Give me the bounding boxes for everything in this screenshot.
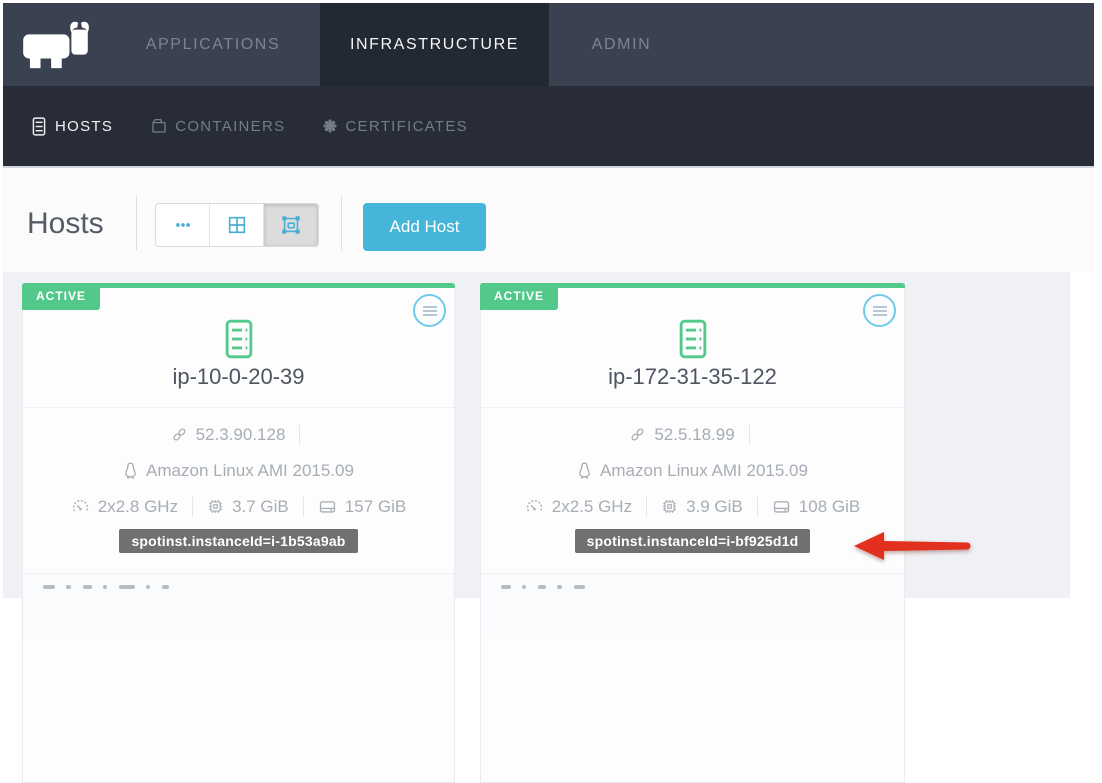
tab-admin[interactable]: ADMIN: [549, 3, 694, 86]
divider: [192, 497, 193, 517]
link-icon: [171, 426, 188, 443]
view-machine-button[interactable]: [264, 204, 318, 246]
host-memory: 3.7 GiB: [232, 497, 289, 517]
subnav-label: CONTAINERS: [175, 118, 285, 135]
disk-icon: [772, 498, 791, 515]
link-icon: [629, 426, 646, 443]
clipped-text-remnant: [538, 585, 546, 589]
subnav-item-hosts[interactable]: HOSTS: [30, 117, 113, 136]
view-list-button[interactable]: [156, 204, 210, 246]
add-host-button[interactable]: Add Host: [363, 203, 486, 251]
clipped-text-remnant: [162, 585, 169, 589]
host-cpu: 2x2.8 GHz: [98, 497, 178, 517]
host-cpu: 2x2.5 GHz: [552, 497, 632, 517]
host-card: ACTIVE ip-172-31-35-122 52.5.18.99: [480, 283, 905, 783]
cpu-gauge-icon: [71, 498, 90, 515]
clipped-text-remnant: [574, 585, 585, 589]
clipped-text-remnant: [66, 585, 71, 589]
host-os-row: Amazon Linux AMI 2015.09: [481, 457, 904, 484]
linux-icon: [577, 462, 592, 479]
dots-icon: [172, 214, 194, 236]
cow-icon: [18, 18, 92, 72]
subnav-label: HOSTS: [55, 118, 113, 135]
menu-lines-icon: [422, 305, 438, 317]
host-card: ACTIVE ip-10-0-20-39 52.3.90.128: [22, 283, 455, 783]
memory-chip-icon: [661, 498, 678, 515]
top-nav: APPLICATIONS INFRASTRUCTURE ADMIN: [3, 3, 1094, 86]
container-icon: [150, 117, 168, 135]
host-label-tag: spotinst.instanceId=i-bf925d1d: [575, 529, 811, 553]
host-ip: 52.3.90.128: [196, 425, 286, 445]
page-header: Hosts Add Host: [3, 168, 1094, 272]
disk-icon: [318, 498, 337, 515]
host-label-tag: spotinst.instanceId=i-1b53a9ab: [119, 529, 357, 553]
status-badge: ACTIVE: [22, 283, 100, 310]
clipped-text-remnant: [522, 585, 526, 589]
status-badge: ACTIVE: [480, 283, 558, 310]
host-icon: [674, 318, 712, 360]
tab-applications[interactable]: APPLICATIONS: [118, 3, 308, 86]
divider: [749, 425, 750, 445]
rancher-logo[interactable]: [15, 16, 95, 74]
host-os: Amazon Linux AMI 2015.09: [600, 461, 808, 481]
host-card-details: 52.5.18.99 Amazon Linux AMI 2015.09 2x2.…: [481, 407, 904, 573]
grid-icon: [226, 214, 248, 236]
host-icon: [220, 318, 258, 360]
host-ip: 52.5.18.99: [654, 425, 734, 445]
linux-icon: [123, 462, 138, 479]
host-storage: 108 GiB: [799, 497, 860, 517]
divider: [303, 497, 304, 517]
host-ip-row: 52.3.90.128: [23, 421, 454, 448]
view-grid-button[interactable]: [210, 204, 264, 246]
clipped-text-remnant: [119, 585, 135, 589]
host-storage: 157 GiB: [345, 497, 406, 517]
subnav-item-certificates[interactable]: CERTIFICATES: [322, 118, 468, 135]
certificate-icon: [322, 118, 338, 134]
menu-lines-icon: [872, 305, 888, 317]
clipped-text-remnant: [43, 585, 55, 589]
memory-chip-icon: [207, 498, 224, 515]
clipped-text-remnant: [103, 585, 107, 589]
clipped-text-remnant: [557, 585, 562, 589]
infrastructure-subnav: HOSTS CONTAINERS CERTIFICATES: [3, 86, 1094, 168]
machine-icon: [280, 214, 302, 236]
host-memory: 3.9 GiB: [686, 497, 743, 517]
clipped-text-remnant: [83, 585, 92, 589]
host-card-details: 52.3.90.128 Amazon Linux AMI 2015.09 2x2…: [23, 407, 454, 573]
divider: [757, 497, 758, 517]
host-name[interactable]: ip-172-31-35-122: [481, 364, 904, 390]
view-mode-group: [155, 203, 319, 247]
tab-infrastructure[interactable]: INFRASTRUCTURE: [320, 3, 549, 86]
cpu-gauge-icon: [525, 498, 544, 515]
subnav-label: CERTIFICATES: [345, 118, 468, 135]
page-title: Hosts: [27, 206, 104, 242]
clipped-text-remnant: [501, 585, 511, 589]
host-menu-button[interactable]: [413, 294, 446, 327]
divider: [136, 196, 137, 250]
host-specs-row: 2x2.5 GHz 3.9 GiB 108 GiB: [481, 493, 904, 520]
host-name[interactable]: ip-10-0-20-39: [23, 364, 454, 390]
host-os: Amazon Linux AMI 2015.09: [146, 461, 354, 481]
divider: [299, 425, 300, 445]
host-menu-button[interactable]: [863, 294, 896, 327]
host-ip-row: 52.5.18.99: [481, 421, 904, 448]
divider: [646, 497, 647, 517]
divider: [341, 196, 342, 250]
host-specs-row: 2x2.8 GHz 3.7 GiB 157 GiB: [23, 493, 454, 520]
subnav-item-containers[interactable]: CONTAINERS: [150, 117, 285, 135]
host-os-row: Amazon Linux AMI 2015.09: [23, 457, 454, 484]
host-card-footer: [23, 573, 454, 639]
clipped-text-remnant: [146, 585, 150, 589]
host-icon: [30, 117, 48, 136]
host-card-footer: [481, 573, 904, 639]
